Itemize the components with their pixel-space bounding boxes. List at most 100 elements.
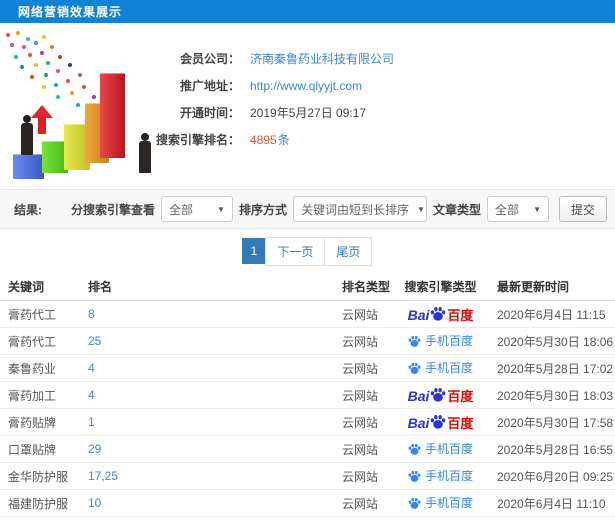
keyword-cell: 膏药加工 [8,388,57,403]
pagination: 1 下一页 尾页 [0,229,615,273]
header-updated: 最新更新时间 [497,280,570,294]
updated-time-cell: 2020年5月28日 17:02 [497,361,614,376]
article-type-label: 文章类型 [432,202,481,217]
submit-button[interactable]: 提交 [558,196,607,222]
sort-label: 排序方式 [238,202,287,217]
page-title: 网络营销效果展示 [18,5,123,19]
rank-type-cell: 云网站 [342,442,379,457]
updated-time-cell: 2020年5月30日 18:06 [497,334,614,349]
table-row: 秦鲁药业 4 云网站 手机百度 2020年5月28日 17:02 [0,355,615,382]
search-engine-cell: Bai 百度 [392,306,489,322]
engine-rank-row: 搜索引擎排名： 4895 条 [148,126,394,153]
article-type-value: 全部 [494,202,519,217]
chevron-down-icon: ▼ [533,204,541,214]
member-company-label: 会员公司： [179,52,240,66]
member-company-row: 会员公司： 济南秦鲁药业科技有限公司 [148,45,394,72]
search-engine-cell: 手机百度 [392,443,489,456]
rank-type-cell: 云网站 [342,361,379,376]
keyword-cell: 口罩贴牌 [8,442,57,457]
rank-link[interactable]: 29 [80,442,334,456]
open-time-value: 2019年5月27日 09:17 [250,106,367,120]
engine-rank-unit: 条 [277,133,290,147]
engine-filter-select[interactable]: 全部 ▼ [160,196,233,222]
chart-bar-blue [13,154,44,179]
promo-url-link[interactable]: http://www.qlyyjt.com [250,79,362,93]
rank-link[interactable]: 10 [80,496,334,510]
table-body: 膏药代工 8 云网站 Bai 百度 2020年6月4日 11:15 膏药代工 25… [0,301,615,520]
rank-type-cell: 云网站 [342,307,379,322]
open-time-row: 开通时间： 2019年5月27日 09:17 [148,99,394,126]
page-current[interactable]: 1 [241,238,267,264]
baidu-pc-logo: Bai 百度 [407,388,474,403]
rank-type-cell: 云网站 [342,334,379,349]
baidu-paw-icon [408,335,421,347]
rank-link[interactable]: 17,25 [80,469,334,483]
updated-time-cell: 2020年6月4日 11:10 [497,496,606,511]
updated-time-cell: 2020年5月30日 17:58 [497,415,614,430]
up-arrow-icon [31,105,53,135]
rank-type-cell: 云网站 [342,415,379,430]
businessman-left-icon [20,115,34,155]
header-engine-type: 搜索引擎类型 [404,280,477,294]
rank-type-cell: 云网站 [342,388,379,403]
keyword-cell: 秦鲁药业 [8,361,57,376]
rank-link[interactable]: 1 [80,415,334,429]
promo-url-row: 推广地址： http://www.qlyyjt.com [148,72,394,99]
rank-link[interactable]: 4 [80,388,334,402]
engine-rank-label: 搜索引擎排名： [155,133,240,147]
rank-type-cell: 云网站 [342,469,379,484]
rank-link[interactable]: 25 [80,334,334,348]
table-row: 膏药代工 8 云网站 Bai 百度 2020年6月4日 11:15 [0,301,615,328]
table-row: 膏药代工 25 云网站 手机百度 2020年5月30日 18:06 [0,328,615,355]
baidu-mobile-logo: 手机百度 [408,335,473,348]
baidu-paw-icon [408,497,421,509]
baidu-pc-logo: Bai 百度 [407,307,474,322]
search-engine-cell: Bai 百度 [392,414,489,430]
table-row: 口罩贴牌 29 云网站 手机百度 2020年5月28日 16:55 [0,436,615,463]
header-bar: 网络营销效果展示 [0,0,615,23]
engine-filter-value: 全部 [168,202,193,217]
page-next-button[interactable]: 下一页 [265,236,326,266]
rank-link[interactable]: 8 [80,307,334,321]
rank-type-cell: 云网站 [342,496,379,511]
keyword-cell: 膏药代工 [8,334,57,349]
baidu-paw-icon [408,443,421,455]
sort-value: 关键词由短到长排序 [300,202,409,217]
keyword-cell: 膏药代工 [8,307,57,322]
member-company-link[interactable]: 济南秦鲁药业科技有限公司 [250,50,394,67]
engine-rank-count: 4895 [250,132,277,147]
rank-link[interactable]: 4 [80,361,334,375]
search-engine-cell: 手机百度 [392,362,489,375]
updated-time-cell: 2020年5月30日 18:03 [497,388,614,403]
baidu-paw-icon [431,415,446,429]
chart-bar-red [100,73,125,158]
baidu-mobile-logo: 手机百度 [408,497,473,510]
baidu-mobile-logo: 手机百度 [408,470,473,483]
baidu-mobile-logo: 手机百度 [408,443,473,456]
updated-time-cell: 2020年6月20日 09:25 [497,469,614,484]
baidu-paw-icon [408,470,421,482]
promo-url-label: 推广地址： [179,79,240,93]
page-last-button[interactable]: 尾页 [324,236,373,266]
chevron-down-icon: ▼ [416,204,425,214]
search-engine-cell: 手机百度 [392,470,489,483]
keyword-cell: 膏药贴牌 [8,415,57,430]
table-row: 膏药贴牌 1 云网站 Bai 百度 2020年5月30日 17:58 [0,409,615,436]
table-header-row: 关键词 排名 排名类型 搜索引擎类型 最新更新时间 [0,273,615,301]
sort-select[interactable]: 关键词由短到长排序 ▼ [292,196,427,222]
article-type-select[interactable]: 全部 ▼ [486,196,549,222]
keyword-cell: 福建防护服 [8,496,69,511]
search-engine-cell: 手机百度 [392,335,489,348]
updated-time-cell: 2020年5月28日 16:55 [497,442,614,457]
table-row: 金华防护服 17,25 云网站 手机百度 2020年6月20日 09:25 [0,463,615,490]
filter-bar: 结果: 分搜索引擎查看 全部 ▼ 排序方式 关键词由短到长排序 ▼ 文章类型 全… [0,189,615,229]
baidu-paw-icon [408,362,421,374]
header-rank-type: 排名类型 [342,280,391,294]
table-row: 膏药加工 4 云网站 Bai 百度 2020年5月30日 18:03 [0,382,615,409]
updated-time-cell: 2020年6月4日 11:15 [497,307,606,322]
baidu-paw-icon [431,388,446,402]
keyword-rank-table: 关键词 排名 排名类型 搜索引擎类型 最新更新时间 膏药代工 8 云网站 Bai… [0,273,615,520]
search-engine-cell: Bai 百度 [392,387,489,403]
results-label: 结果: [14,202,42,217]
keyword-cell: 金华防护服 [8,469,69,484]
